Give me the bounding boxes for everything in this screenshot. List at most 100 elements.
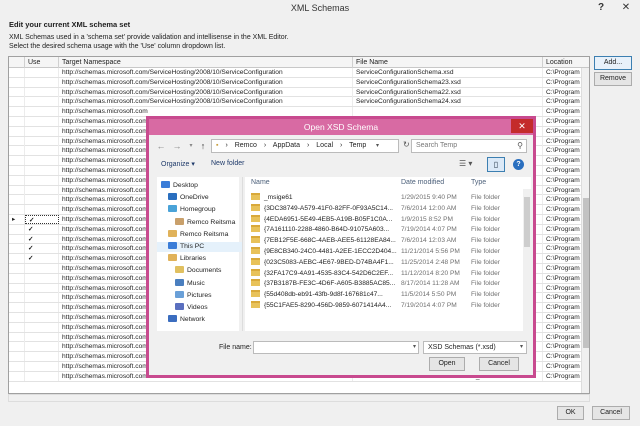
use-cell[interactable]: [25, 185, 59, 195]
list-item[interactable]: {4EDA6951-5E49-4EB5-A19B-B05F1C0A... 1/9/…: [245, 214, 523, 226]
open-button[interactable]: Open: [429, 357, 465, 371]
close-icon[interactable]: ✕: [612, 0, 640, 16]
use-cell[interactable]: [25, 371, 59, 381]
use-cell[interactable]: [25, 361, 59, 371]
recent-chevron-icon[interactable]: ▾: [185, 140, 197, 152]
use-cell[interactable]: [25, 77, 59, 87]
nav-item[interactable]: Remco Reitsma: [157, 229, 242, 240]
use-cell[interactable]: [25, 68, 59, 77]
new-folder-button[interactable]: New folder: [211, 160, 244, 167]
path-segment-local[interactable]: Local: [316, 142, 333, 149]
list-item[interactable]: {3DC38749-A579-41F0-82FF-0F93A5C14... 7/6…: [245, 203, 523, 215]
ok-button[interactable]: OK: [557, 406, 584, 420]
use-cell[interactable]: [25, 273, 59, 283]
file-type-select[interactable]: XSD Schemas (*.xsd) ▾: [423, 341, 527, 354]
list-item[interactable]: {9E8CB340-24C0-4481-A2EE-1ECC2D404... 11/…: [245, 246, 523, 258]
file-name-input[interactable]: ▾: [253, 341, 419, 354]
table-row[interactable]: http://schemas.microsoft.com/ServiceHost…: [9, 97, 583, 108]
refresh-icon[interactable]: ↻: [403, 140, 410, 149]
use-cell[interactable]: [25, 97, 59, 107]
dialog-horizontal-scrollbar[interactable]: [157, 331, 531, 338]
use-cell[interactable]: [25, 165, 59, 175]
use-cell[interactable]: ✓: [25, 234, 59, 244]
nav-item[interactable]: This PC: [157, 242, 242, 252]
path-segment-appdata[interactable]: AppData: [273, 142, 300, 149]
nav-item[interactable]: Libraries: [157, 254, 242, 264]
use-cell[interactable]: [25, 283, 59, 293]
file-list-scrollbar[interactable]: [523, 189, 531, 331]
help-icon[interactable]: ?: [513, 159, 524, 170]
column-header-use[interactable]: Use: [25, 57, 59, 68]
cancel-button[interactable]: Cancel: [592, 406, 630, 420]
use-cell[interactable]: [25, 146, 59, 156]
use-cell[interactable]: ✓: [25, 224, 59, 234]
list-item[interactable]: {37B3187B-FE3C-4D6F-A605-B3885AC85... 8/1…: [245, 279, 523, 290]
use-cell[interactable]: [25, 107, 59, 117]
nav-item[interactable]: OneDrive: [157, 193, 242, 203]
path-segment-temp[interactable]: Temp: [349, 142, 366, 149]
use-cell[interactable]: ✓: [25, 244, 59, 254]
nav-item[interactable]: Pictures: [157, 290, 242, 301]
scrollbar-thumb[interactable]: [524, 197, 530, 247]
use-cell[interactable]: [25, 263, 59, 273]
help-icon[interactable]: ?: [594, 0, 608, 16]
remove-button[interactable]: Remove: [594, 72, 632, 86]
use-cell[interactable]: ✓: [25, 254, 59, 264]
use-cell[interactable]: [25, 87, 59, 97]
list-item[interactable]: {023C5083-AEBC-4E67-9BED-D74BA4F1... 11/2…: [245, 257, 523, 269]
use-cell[interactable]: [25, 293, 59, 303]
use-cell[interactable]: [25, 332, 59, 342]
use-cell[interactable]: [25, 205, 59, 215]
use-cell[interactable]: [25, 126, 59, 136]
nav-item[interactable]: Documents: [157, 266, 242, 276]
up-arrow-icon[interactable]: ↑: [197, 140, 209, 152]
use-cell[interactable]: [25, 312, 59, 322]
scrollbar-thumb[interactable]: [583, 198, 589, 348]
use-cell[interactable]: [25, 116, 59, 126]
use-cell[interactable]: [25, 303, 59, 313]
path-segment-remco[interactable]: Remco: [235, 142, 257, 149]
use-cell[interactable]: [25, 136, 59, 146]
column-header-file[interactable]: File Name: [353, 57, 543, 68]
list-item[interactable]: _msige61 1/29/2015 9:40 PM File folder: [245, 193, 523, 204]
table-row[interactable]: http://schemas.microsoft.com/ServiceHost…: [9, 68, 583, 78]
nav-item[interactable]: Desktop: [157, 181, 242, 191]
list-item[interactable]: {55C1FAE5-8290-456D-9859-6071414A4... 7/1…: [245, 300, 523, 312]
use-cell[interactable]: [25, 342, 59, 352]
nav-item[interactable]: Music: [157, 278, 242, 289]
column-header-type[interactable]: Type: [471, 179, 486, 186]
chevron-down-icon[interactable]: ▾: [413, 342, 416, 353]
use-cell[interactable]: ✓: [25, 214, 59, 224]
nav-item[interactable]: Homegroup: [157, 205, 242, 215]
list-item[interactable]: {32FA17C9-4A91-4535-83C4-542D6C2EF... 11/…: [245, 268, 523, 280]
back-arrow-icon[interactable]: ←: [155, 140, 167, 152]
nav-item[interactable]: Remco Reitsma: [157, 217, 242, 228]
add-button[interactable]: Add...: [594, 56, 632, 70]
table-row[interactable]: http://schemas.microsoft.com/ServiceHost…: [9, 87, 583, 98]
address-bar[interactable]: ▪ › Remco › AppData › Local › Temp ▾: [211, 139, 399, 153]
preview-pane-icon[interactable]: ▯: [487, 157, 505, 172]
use-cell[interactable]: [25, 156, 59, 166]
organize-button[interactable]: Organize ▾: [161, 160, 195, 168]
list-item[interactable]: {55d408db-eb91-43fb-9d8f-167681c47... 11/…: [245, 290, 523, 301]
column-header-namespace[interactable]: Target Namespace: [59, 57, 353, 68]
nav-item[interactable]: Videos: [157, 303, 242, 313]
list-item[interactable]: {7A161110-2288-4860-B64D-91075A603... 7/1…: [245, 225, 523, 236]
column-header-date[interactable]: Date modified: [401, 179, 444, 186]
use-cell[interactable]: [25, 352, 59, 362]
search-input[interactable]: Search Temp ⚲: [411, 139, 527, 153]
use-cell[interactable]: [25, 322, 59, 332]
table-row[interactable]: http://schemas.microsoft.com/ServiceHost…: [9, 77, 583, 88]
view-options-icon[interactable]: ☰ ▾: [459, 159, 477, 171]
address-dropdown-icon[interactable]: ▾: [376, 140, 379, 152]
list-item[interactable]: {7EB12F5E-668C-4AEB-AEE5-61128EA84... 7/6…: [245, 236, 523, 247]
column-header-location[interactable]: Location: [543, 57, 589, 68]
use-cell[interactable]: [25, 175, 59, 185]
column-header-name[interactable]: Name: [251, 179, 270, 186]
dialog-close-icon[interactable]: ✕: [511, 119, 533, 133]
forward-arrow-icon[interactable]: →: [171, 140, 183, 152]
nav-item[interactable]: Network: [157, 315, 242, 325]
use-cell[interactable]: [25, 195, 59, 205]
dialog-cancel-button[interactable]: Cancel: [479, 357, 519, 371]
grid-horizontal-scrollbar[interactable]: [8, 394, 590, 402]
